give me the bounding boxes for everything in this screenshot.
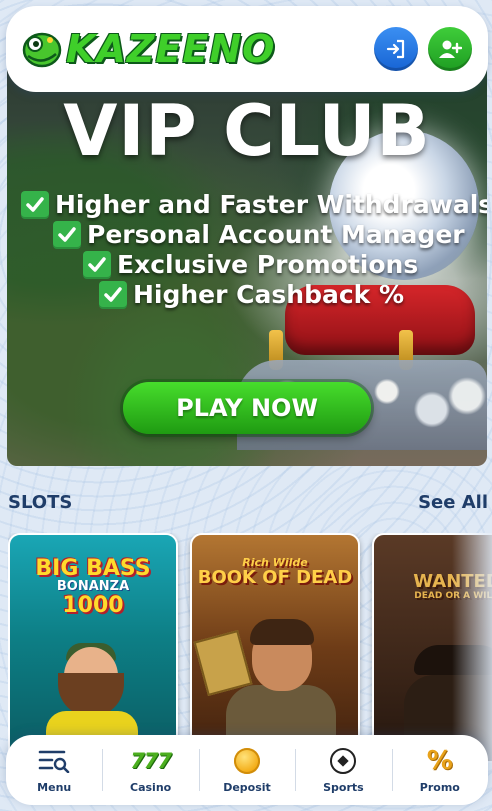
checkmark-icon: [21, 190, 49, 219]
top-header: KAZEENO: [6, 6, 488, 92]
benefit-text: Personal Account Manager: [87, 220, 465, 249]
play-now-button[interactable]: PLAY NOW: [123, 382, 371, 434]
book-image: [193, 630, 253, 696]
benefit-item: Exclusive Promotions: [83, 250, 418, 279]
benefit-text: Exclusive Promotions: [117, 250, 419, 279]
header-actions: [374, 27, 472, 71]
banner-title: VIP CLUB: [63, 90, 431, 172]
menu-search-icon: [37, 747, 71, 775]
slot-card-big-bass-bonanza[interactable]: BIG BASS BONANZA 1000: [8, 533, 178, 763]
slots-carousel[interactable]: BIG BASS BONANZA 1000 Rich Wilde BOOK OF…: [8, 533, 492, 763]
nav-label: Casino: [130, 780, 172, 794]
nav-label: Sports: [323, 780, 364, 794]
kazeeno-logo[interactable]: KAZEENO: [20, 26, 275, 72]
carousel-fade: [452, 533, 492, 763]
benefit-item: Higher Cashback %: [99, 280, 404, 309]
nav-item-menu[interactable]: Menu: [6, 735, 102, 805]
register-button[interactable]: [428, 27, 472, 71]
checkmark-icon: [99, 280, 127, 309]
nav-label: Deposit: [223, 780, 271, 794]
benefit-text: Higher and Faster Withdrawals: [55, 190, 487, 219]
benefit-item: Personal Account Manager: [53, 220, 465, 249]
nav-item-promo[interactable]: % Promo: [391, 735, 488, 805]
rich-wilde-hair: [250, 619, 314, 645]
nav-item-deposit[interactable]: Deposit: [198, 735, 295, 805]
login-icon: [386, 39, 405, 59]
add-user-icon: [439, 40, 462, 58]
nav-item-sports[interactable]: Sports: [295, 735, 391, 805]
checkmark-icon: [83, 250, 111, 279]
bottom-navigation: Menu 777 Casino Deposit Sports % Promo: [6, 735, 488, 805]
checkmark-icon: [53, 220, 81, 249]
benefit-text: Higher Cashback %: [133, 280, 405, 309]
slot-title: Rich Wilde BOOK OF DEAD: [197, 556, 353, 588]
section-title: SLOTS: [8, 492, 73, 513]
percent-icon: %: [426, 745, 453, 776]
benefit-item: Higher and Faster Withdrawals: [21, 190, 487, 219]
nav-label: Menu: [37, 780, 72, 794]
nav-label: Promo: [419, 780, 460, 794]
chameleon-logo-icon: [20, 26, 64, 72]
soccer-ball-icon: [326, 747, 360, 775]
coin-icon: [230, 747, 264, 775]
slots-section-header: SLOTS See All: [8, 492, 488, 513]
sevens-icon: 777: [130, 748, 172, 773]
slot-title: BIG BASS BONANZA 1000: [35, 556, 151, 618]
slot-card-book-of-dead[interactable]: Rich Wilde BOOK OF DEAD: [190, 533, 360, 763]
nav-item-casino[interactable]: 777 Casino: [102, 735, 198, 805]
logo-text: KAZEENO: [66, 27, 276, 71]
see-all-link[interactable]: See All: [418, 492, 488, 513]
login-button[interactable]: [374, 27, 418, 71]
vip-club-banner[interactable]: VIP CLUB Higher and Faster Withdrawals P…: [7, 60, 487, 466]
